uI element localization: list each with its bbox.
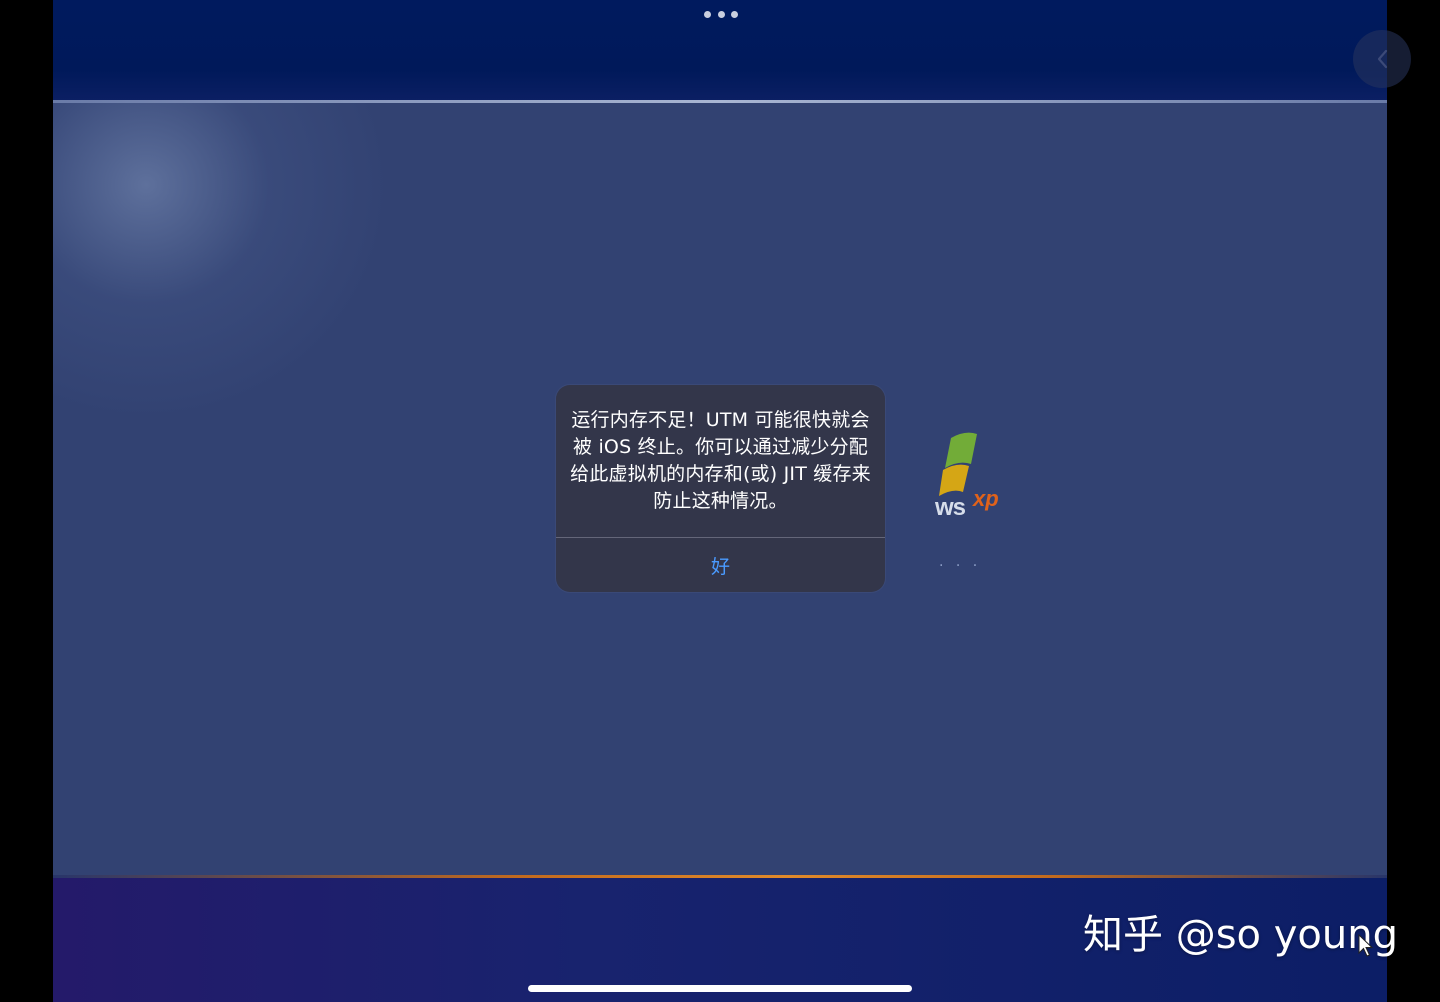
ellipsis-dot [704, 10, 711, 18]
memory-warning-alert: 运行内存不足！UTM 可能很快就会被 iOS 终止。你可以通过减少分配给此虚拟机… [556, 385, 885, 592]
ellipsis-icon[interactable] [704, 8, 738, 20]
ok-button[interactable]: 好 [556, 538, 885, 592]
xp-boot-glow [53, 103, 393, 423]
alert-message: 运行内存不足！UTM 可能很快就会被 iOS 终止。你可以通过减少分配给此虚拟机… [570, 409, 871, 512]
home-indicator[interactable] [528, 985, 912, 992]
back-button[interactable] [1353, 30, 1411, 88]
ellipsis-dot [731, 10, 738, 18]
ipad-screen: ws xp · · · 运行内存不足！UTM 可能很快就会被 iOS 终止。你可… [0, 0, 1440, 1002]
chevron-left-icon [1377, 49, 1388, 69]
ellipsis-dot [717, 10, 725, 18]
mouse-cursor-icon [1358, 934, 1374, 957]
xp-suffix: xp [973, 486, 999, 511]
zhihu-watermark: 知乎 @so young [1083, 912, 1398, 958]
xp-progress-dots: · · · [939, 558, 982, 574]
xp-wordmark: ws [935, 494, 966, 521]
